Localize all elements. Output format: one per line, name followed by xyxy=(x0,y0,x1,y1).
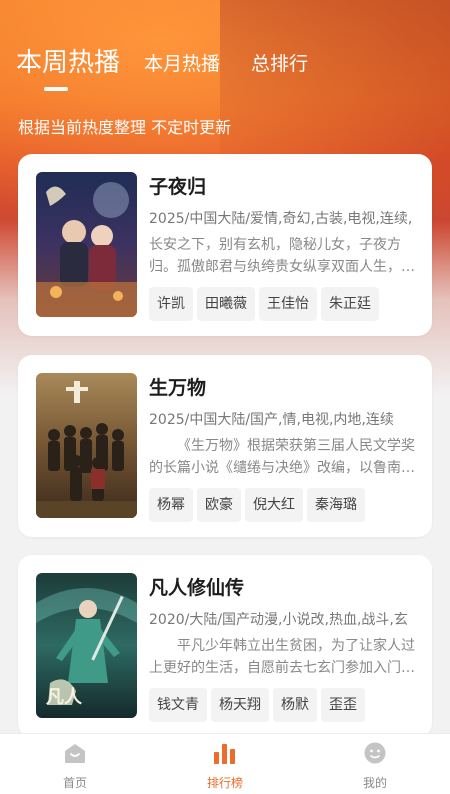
drama-meta: 2025/中国大陆/国产,情,电视,内地,连续 xyxy=(149,412,394,428)
drama-title[interactable]: 凡人修仙传 xyxy=(149,573,417,603)
actor-tag[interactable]: 倪大红 xyxy=(245,488,303,522)
ranking-tabs: 本周热播 本月热播 总排行 xyxy=(16,40,434,86)
actor-tags: 钱文青 杨天翔 杨默 歪歪 xyxy=(149,688,417,722)
tab-monthly[interactable]: 本月热播 xyxy=(144,49,220,76)
nav-ranking[interactable]: 排行榜 xyxy=(150,734,300,794)
poster-image xyxy=(36,172,137,317)
svg-text:凡人: 凡人 xyxy=(46,687,83,708)
actor-tag[interactable]: 歪歪 xyxy=(321,688,365,722)
ranking-card[interactable]: 子夜归 2025/中国大陆/爱情,奇幻,古装,电视,连续, 长安之下，别有玄机，… xyxy=(18,154,432,336)
ranking-card[interactable]: 生万物 2025/中国大陆/国产,情,电视,内地,连续 《生万物》根据荣获第三届… xyxy=(18,355,432,537)
actor-tag[interactable]: 杨天翔 xyxy=(211,688,269,722)
drama-description: 平凡少年韩立出生贫困，为了让家人过上更好的生活，自愿前去七玄门参加入门考核，踏上… xyxy=(149,638,415,676)
drama-title[interactable]: 子夜归 xyxy=(149,172,417,202)
drama-meta: 2020/大陆/国产动漫,小说改,热血,战斗,玄 xyxy=(149,612,408,628)
actor-tag[interactable]: 许凯 xyxy=(149,287,193,321)
actor-tag[interactable]: 王佳怡 xyxy=(259,287,317,321)
tab-overall[interactable]: 总排行 xyxy=(251,49,308,76)
bar-chart-icon xyxy=(214,744,235,764)
actor-tags: 杨幂 欧豪 倪大红 秦海璐 xyxy=(149,488,417,522)
actor-tag[interactable]: 秦海璐 xyxy=(307,488,365,522)
active-tab-indicator xyxy=(44,87,68,91)
drama-description: 《生万物》根据荣获第三届人民文学奖的长篇小说《缱绻与决绝》改编，以鲁南农村为背景… xyxy=(149,438,415,476)
nav-label: 我的 xyxy=(362,776,387,790)
actor-tag[interactable]: 杨默 xyxy=(273,688,317,722)
tab-weekly[interactable]: 本周热播 xyxy=(16,42,120,79)
actor-tag[interactable]: 朱正廷 xyxy=(321,287,379,321)
actor-tag[interactable]: 田曦薇 xyxy=(197,287,255,321)
nav-mine[interactable]: 我的 xyxy=(300,734,450,794)
ranking-card[interactable]: 凡人 凡人修仙传 2020/大陆/国产动漫,小说改,热血,战斗,玄 平凡少年韩立… xyxy=(18,555,432,737)
home-icon xyxy=(65,744,85,763)
drama-title[interactable]: 生万物 xyxy=(149,373,417,403)
drama-description: 长安之下，别有玄机，隐秘儿女，子夜方归。孤傲郎君与纨绔贵女纵享双面人生，携手破解… xyxy=(149,237,415,275)
poster-image: 凡人 xyxy=(36,573,137,718)
nav-label: 排行榜 xyxy=(206,776,243,790)
nav-home[interactable]: 首页 xyxy=(0,734,150,794)
actor-tag[interactable]: 欧豪 xyxy=(197,488,241,522)
poster-image xyxy=(36,373,137,518)
actor-tag[interactable]: 杨幂 xyxy=(149,488,193,522)
nav-label: 首页 xyxy=(62,776,87,790)
bottom-navigation: 首页 排行榜 我的 xyxy=(0,733,450,794)
drama-meta: 2025/中国大陆/爱情,奇幻,古装,电视,连续, xyxy=(149,211,413,227)
actor-tag[interactable]: 钱文青 xyxy=(149,688,207,722)
ranking-subtitle: 根据当前热度整理 不定时更新 xyxy=(18,118,232,137)
actor-tags: 许凯 田曦薇 王佳怡 朱正廷 xyxy=(149,287,417,321)
smiley-face-icon xyxy=(364,742,386,764)
